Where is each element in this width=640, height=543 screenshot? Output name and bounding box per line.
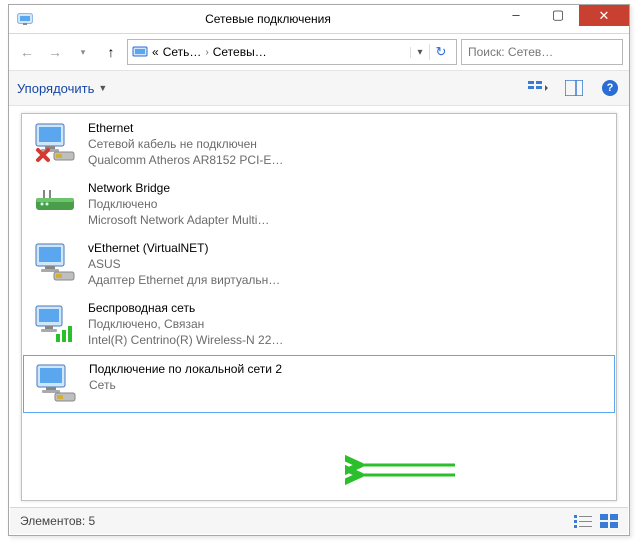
connection-icon [32, 300, 78, 346]
connections-list: EthernetСетевой кабель не подключенQualc… [21, 113, 617, 501]
connection-text: Беспроводная сетьПодключено, СвязанIntel… [88, 300, 283, 348]
maximize-button[interactable]: ▢ [537, 5, 579, 26]
address-bar[interactable]: « Сеть… › Сетевы… ▾ ↻ [127, 39, 457, 65]
connection-name: Беспроводная сеть [88, 300, 283, 316]
connection-item[interactable]: Беспроводная сетьПодключено, СвязанIntel… [22, 294, 616, 354]
connection-icon [32, 180, 78, 226]
connection-icon [32, 240, 78, 286]
view-list-icon[interactable] [574, 514, 592, 528]
location-icon [132, 44, 148, 60]
window-title: Сетевые подключения [41, 12, 495, 26]
connection-device: Qualcomm Atheros AR8152 PCI-E… [88, 152, 283, 168]
connection-device: Адаптер Ethernet для виртуальн… [88, 272, 280, 288]
preview-pane-icon [565, 80, 583, 96]
view-mode-icon [528, 80, 548, 96]
connection-name: vEthernet (VirtualNET) [88, 240, 280, 256]
nav-back-button[interactable]: ← [15, 40, 39, 64]
nav-forward-button[interactable]: → [43, 40, 67, 64]
connection-status: Подключено, Связан [88, 316, 283, 332]
close-button[interactable]: ✕ [579, 5, 629, 26]
connection-text: vEthernet (VirtualNET)ASUSАдаптер Ethern… [88, 240, 280, 288]
connection-device: Сеть [89, 377, 282, 393]
connection-status: Подключено [88, 196, 269, 212]
arrow-right-icon: → [48, 44, 62, 60]
view-details-icon[interactable] [600, 514, 618, 528]
connection-item[interactable]: EthernetСетевой кабель не подключенQualc… [22, 114, 616, 174]
connection-item[interactable]: vEthernet (VirtualNET)ASUSАдаптер Ethern… [22, 234, 616, 294]
explorer-window: Сетевые подключения – ▢ ✕ ← → ▾ ↑ « Сеть… [8, 4, 630, 536]
organize-dropdown-icon: ▼ [98, 83, 107, 93]
breadcrumb-prefix: « [152, 45, 159, 59]
connection-text: Подключение по локальной сети 2Сеть [89, 361, 282, 393]
arrow-left-icon: ← [20, 44, 34, 60]
breadcrumb-2[interactable]: Сетевы… [213, 45, 267, 59]
nav-up-button[interactable]: ↑ [99, 40, 123, 64]
connection-name: Ethernet [88, 120, 283, 136]
title-bar: Сетевые подключения – ▢ ✕ [9, 5, 629, 34]
minimize-button[interactable]: – [495, 5, 537, 26]
connection-status: Сетевой кабель не подключен [88, 136, 283, 152]
preview-pane-button[interactable] [563, 77, 585, 99]
connection-name: Подключение по локальной сети 2 [89, 361, 282, 377]
toolbar: Упорядочить ▼ ? [9, 70, 629, 106]
help-button[interactable]: ? [599, 77, 621, 99]
status-count-label: Элементов: [20, 514, 85, 528]
connection-item[interactable]: Network BridgeПодключеноMicrosoft Networ… [22, 174, 616, 234]
connection-item[interactable]: Подключение по локальной сети 2Сеть [23, 355, 615, 413]
connection-icon [33, 361, 79, 407]
connection-text: Network BridgeПодключеноMicrosoft Networ… [88, 180, 269, 228]
help-icon: ? [602, 80, 618, 96]
search-box[interactable] [461, 39, 623, 65]
breadcrumb-1[interactable]: Сеть… [159, 45, 202, 59]
arrow-up-icon: ↑ [108, 44, 115, 60]
chevron-right-icon[interactable]: › [201, 47, 212, 58]
nav-bar: ← → ▾ ↑ « Сеть… › Сетевы… ▾ ↻ [9, 34, 629, 70]
view-mode-button[interactable] [527, 77, 549, 99]
connection-device: Microsoft Network Adapter Multi… [88, 212, 269, 228]
app-icon [17, 11, 33, 27]
connection-icon [32, 120, 78, 166]
organize-button[interactable]: Упорядочить ▼ [17, 81, 107, 96]
connection-name: Network Bridge [88, 180, 269, 196]
connection-status: ASUS [88, 256, 280, 272]
refresh-button[interactable]: ↻ [429, 44, 452, 60]
connection-text: EthernetСетевой кабель не подключенQualc… [88, 120, 283, 168]
status-count-value: 5 [89, 514, 96, 528]
window-buttons: – ▢ ✕ [495, 5, 629, 33]
status-bar: Элементов: 5 [10, 507, 628, 534]
search-input[interactable] [466, 44, 618, 60]
nav-history-dropdown[interactable]: ▾ [71, 40, 95, 64]
address-dropdown[interactable]: ▾ [410, 47, 429, 58]
connection-device: Intel(R) Centrino(R) Wireless-N 22… [88, 332, 283, 348]
